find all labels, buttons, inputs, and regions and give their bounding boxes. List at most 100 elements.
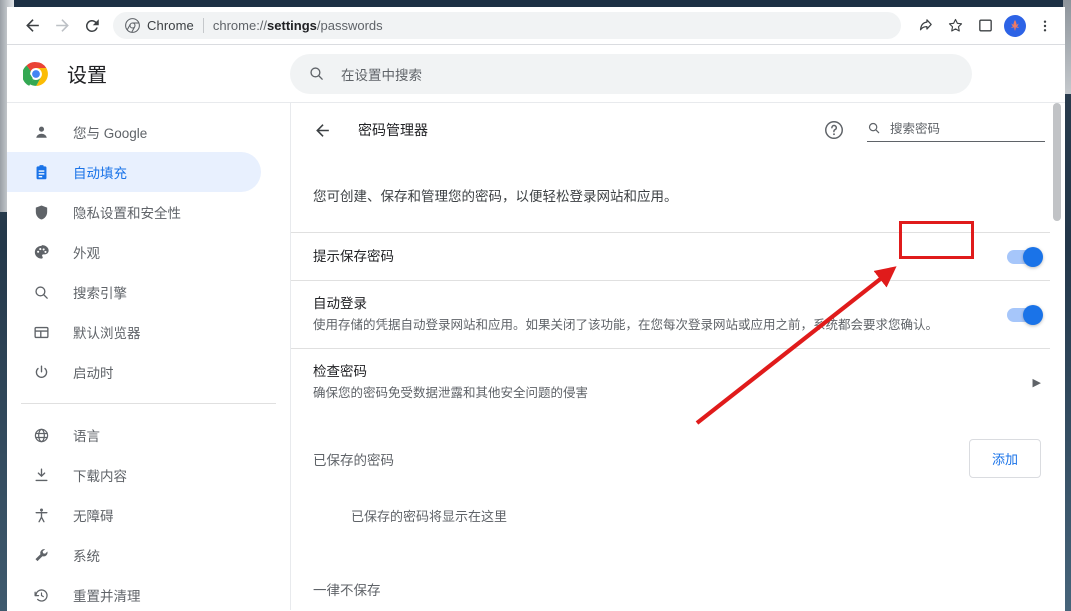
page-scrollbar[interactable] <box>1050 103 1065 610</box>
bookmark-button[interactable] <box>941 12 969 40</box>
person-icon <box>31 122 51 142</box>
omnibox-separator <box>202 18 204 33</box>
row-title: 自动登录 <box>313 296 367 311</box>
address-bar[interactable]: Chrome chrome://settings/passwords <box>113 12 901 39</box>
browser-window-icon <box>31 322 51 342</box>
row-subtitle: 使用存储的凭据自动登录网站和应用。如果关闭了该功能，在您每次登录网站或应用之前，… <box>313 318 939 332</box>
row-title: 检查密码 <box>313 364 367 379</box>
accessibility-icon <box>31 505 51 525</box>
row-auto-signin[interactable]: 自动登录 使用存储的凭据自动登录网站和应用。如果关闭了该功能，在您每次登录网站或… <box>291 280 1065 348</box>
side-panel-button[interactable] <box>971 12 999 40</box>
password-manager-panel: 密码管理器 搜索密码 您可创建、保存和管理您的密码，以便轻松登录网站和应用。 提… <box>290 103 1065 610</box>
browser-toolbar: Chrome chrome://settings/passwords <box>7 7 1065 45</box>
settings-body: 您与 Google 自动填充 隐私设置和安全性 外观 搜索引擎 默认浏览器 启动… <box>7 103 1065 610</box>
password-search-input[interactable]: 搜索密码 <box>867 118 1045 142</box>
restore-icon <box>31 585 51 605</box>
settings-search-placeholder: 在设置中搜索 <box>341 67 422 83</box>
search-icon <box>310 67 323 80</box>
sidebar-item-accessibility[interactable]: 无障碍 <box>7 495 261 535</box>
saved-passwords-empty-note: 已保存的密码将显示在这里 <box>351 509 508 524</box>
sidebar-item-downloads[interactable]: 下载内容 <box>7 455 261 495</box>
sidebar-item-label: 默认浏览器 <box>73 326 141 341</box>
omnibox-url: chrome://settings/passwords <box>213 18 383 33</box>
more-menu-button[interactable] <box>1031 12 1059 40</box>
sidebar-item-label: 系统 <box>73 549 100 564</box>
sidebar-item-label: 启动时 <box>73 366 114 381</box>
row-subtitle: 确保您的密码免受数据泄露和其他安全问题的侵害 <box>313 386 589 400</box>
reload-icon <box>85 18 99 32</box>
toggle-offer-to-save-passwords[interactable] <box>1007 246 1043 267</box>
sidebar-item-reset-cleanup[interactable]: 重置并清理 <box>7 575 261 610</box>
back-button[interactable] <box>17 11 47 41</box>
arrow-left-icon <box>25 19 39 32</box>
more-vert-icon <box>1043 20 1047 31</box>
row-offer-to-save-passwords[interactable]: 提示保存密码 <box>291 232 1065 280</box>
search-icon <box>31 282 51 302</box>
help-circle-icon[interactable] <box>823 119 845 141</box>
sidebar-item-appearance[interactable]: 外观 <box>7 232 261 272</box>
panel-back-button[interactable] <box>309 117 335 143</box>
sidebar-item-on-startup[interactable]: 启动时 <box>7 352 261 392</box>
omnibox-brand-label: Chrome <box>147 18 194 33</box>
row-check-passwords[interactable]: 检查密码 确保您的密码免受数据泄露和其他安全问题的侵害 ▶ <box>291 348 1065 416</box>
autofill-clipboard-icon <box>31 162 51 182</box>
add-password-button[interactable]: 添加 <box>968 439 1041 478</box>
arrow-right-icon <box>55 19 69 32</box>
sidebar-item-label: 语言 <box>73 429 100 444</box>
scrollbar-thumb[interactable] <box>1053 103 1061 221</box>
settings-brand: 设置 <box>7 59 290 88</box>
reload-button[interactable] <box>77 11 107 41</box>
globe-icon <box>31 425 51 445</box>
sidebar-item-autofill[interactable]: 自动填充 <box>7 152 261 192</box>
desktop-backdrop-top <box>0 0 1071 7</box>
sidebar-item-system[interactable]: 系统 <box>7 535 261 575</box>
bookmark-star-icon <box>948 18 962 32</box>
settings-search-zone: 在设置中搜索 <box>290 53 1065 94</box>
chrome-logo-icon <box>23 61 48 86</box>
forward-button[interactable] <box>47 11 77 41</box>
toggle-knob <box>1023 246 1043 267</box>
wrench-icon <box>31 545 51 565</box>
browser-window: Chrome chrome://settings/passwords 设置 在设… <box>7 7 1065 611</box>
sidebar-item-label: 搜索引擎 <box>73 286 127 301</box>
settings-header: 设置 在设置中搜索 <box>7 45 1065 103</box>
password-search-placeholder: 搜索密码 <box>890 122 941 136</box>
url-suffix: /passwords <box>316 18 383 33</box>
never-saved-empty-note: 您不保存密码的网站将显示在这里 <box>291 599 1065 610</box>
row-text: 自动登录 使用存储的凭据自动登录网站和应用。如果关闭了该功能，在您每次登录网站或… <box>313 281 991 348</box>
sidebar-item-default-browser[interactable]: 默认浏览器 <box>7 312 261 352</box>
panel-title: 密码管理器 <box>358 122 428 138</box>
palette-icon <box>31 242 51 262</box>
saved-passwords-title: 已保存的密码 <box>313 452 394 468</box>
sidebar-item-label: 您与 Google <box>73 126 148 141</box>
url-bold-part: settings <box>267 18 317 33</box>
sidebar-item-search-engine[interactable]: 搜索引擎 <box>7 272 261 312</box>
sidebar-item-label: 外观 <box>73 246 100 261</box>
download-icon <box>31 465 51 485</box>
settings-sidebar: 您与 Google 自动填充 隐私设置和安全性 外观 搜索引擎 默认浏览器 启动… <box>7 103 290 610</box>
share-icon <box>919 19 932 31</box>
url-prefix: chrome:// <box>212 18 268 33</box>
settings-search-input[interactable]: 在设置中搜索 <box>290 53 972 94</box>
sidebar-item-privacy-security[interactable]: 隐私设置和安全性 <box>7 192 261 232</box>
share-button[interactable] <box>911 12 939 40</box>
row-text: 检查密码 确保您的密码免受数据泄露和其他安全问题的侵害 <box>313 349 1023 416</box>
bird-avatar-icon <box>1010 19 1020 31</box>
row-text: 提示保存密码 <box>313 234 991 280</box>
shield-icon <box>31 202 51 222</box>
chevron-right-icon[interactable]: ▶ <box>1023 376 1041 389</box>
sidebar-item-languages[interactable]: 语言 <box>7 415 261 455</box>
settings-card: 提示保存密码 自动登录 使用存储的凭据自动登录网站和应用。如果关闭了该功能，在您… <box>291 232 1065 416</box>
saved-passwords-header: 已保存的密码 添加 <box>291 416 1065 478</box>
password-manager-header: 密码管理器 搜索密码 <box>291 103 1065 157</box>
row-title: 提示保存密码 <box>313 248 394 264</box>
sidebar-item-you-and-google[interactable]: 您与 Google <box>7 112 261 152</box>
avatar <box>1004 14 1026 37</box>
toggle-knob <box>1023 304 1043 325</box>
profile-button[interactable] <box>1001 12 1029 40</box>
chrome-logo-icon <box>125 18 140 33</box>
toggle-auto-signin[interactable] <box>1007 304 1043 325</box>
search-icon <box>868 122 880 133</box>
sidebar-item-label: 自动填充 <box>73 166 127 181</box>
arrow-left-icon <box>315 123 329 137</box>
